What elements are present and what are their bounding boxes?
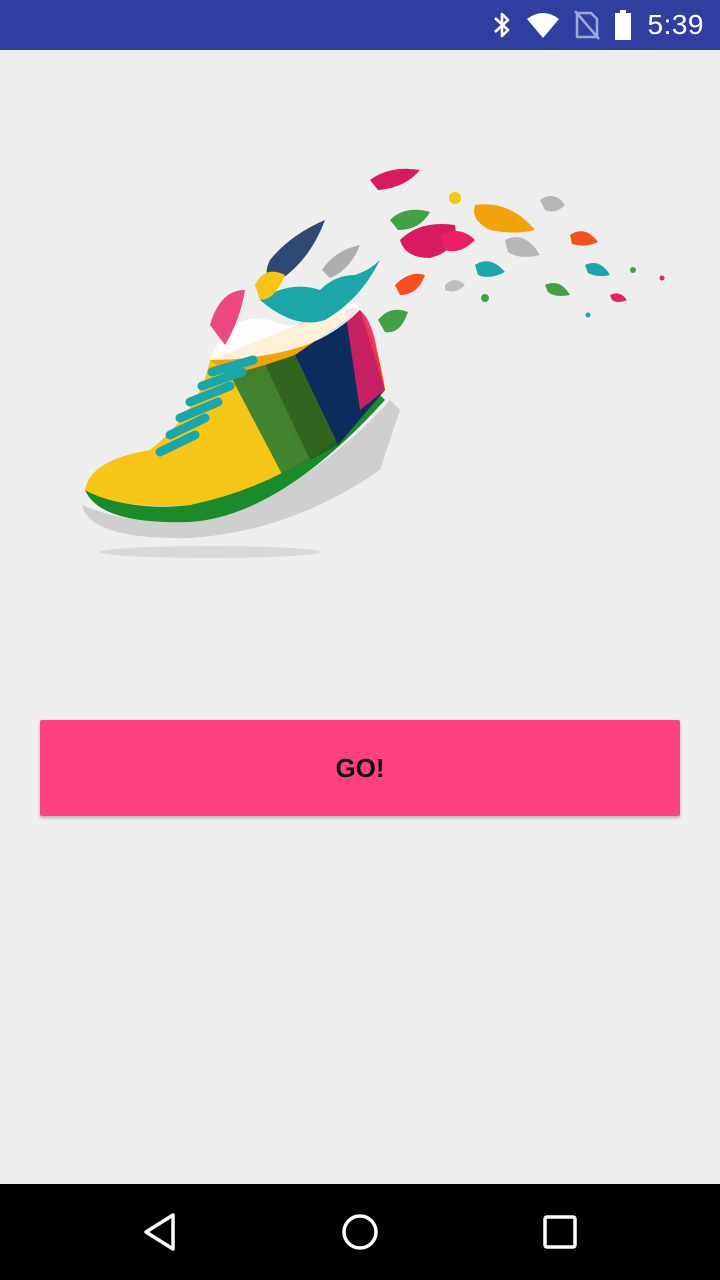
status-clock: 5:39	[647, 9, 704, 40]
back-icon[interactable]	[140, 1212, 180, 1252]
battery-icon	[614, 10, 632, 40]
running-shoe-illustration	[60, 160, 680, 580]
wifi-icon	[526, 11, 560, 39]
main-content: GO!	[0, 50, 720, 1184]
recents-icon[interactable]	[540, 1212, 580, 1252]
home-icon[interactable]	[340, 1212, 380, 1252]
no-sim-icon	[573, 10, 600, 40]
status-icons: 5:39	[478, 0, 705, 50]
bluetooth-icon	[492, 10, 512, 40]
navigation-bar	[0, 1184, 720, 1280]
go-button[interactable]: GO!	[40, 720, 680, 816]
status-bar: 5:39	[0, 0, 720, 50]
